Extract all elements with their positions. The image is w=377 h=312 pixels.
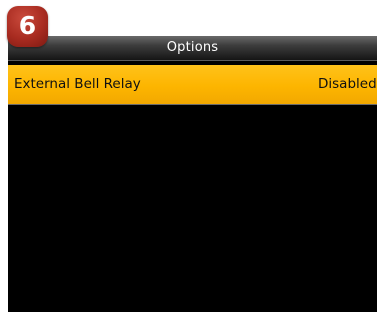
step-number-badge: 6 bbox=[7, 6, 48, 47]
title-bar: Options bbox=[8, 36, 377, 61]
menu-item-value: Disabled bbox=[318, 76, 377, 92]
menu-item-external-bell-relay[interactable]: External Bell Relay Disabled bbox=[8, 65, 377, 105]
device-frame: Options External Bell Relay Disabled 6 bbox=[0, 0, 377, 312]
page-title: Options bbox=[166, 40, 219, 55]
step-number: 6 bbox=[18, 11, 37, 40]
menu-item-label: External Bell Relay bbox=[14, 76, 141, 92]
device-screen: Options External Bell Relay Disabled bbox=[8, 36, 377, 312]
